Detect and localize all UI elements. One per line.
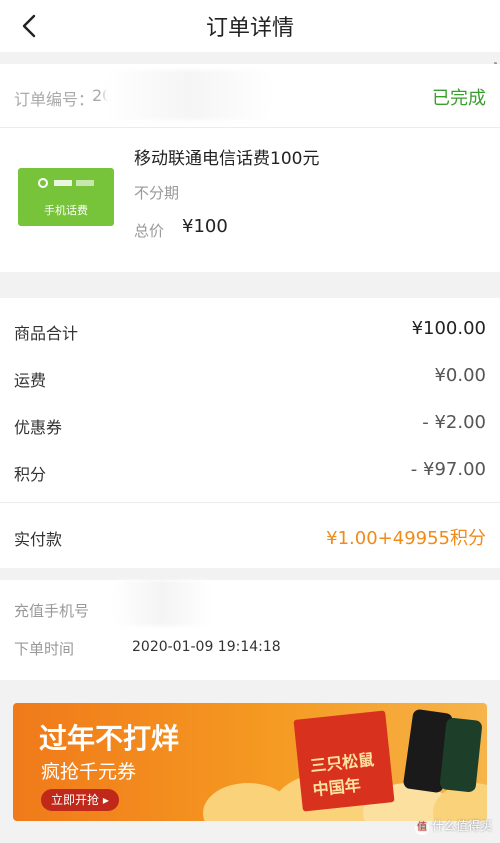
fee-label: 积分	[14, 465, 47, 484]
redaction-blur	[112, 580, 212, 626]
fee-value: ¥0.00	[434, 365, 486, 386]
product-name[interactable]: 移动联通电信话费100元	[134, 144, 319, 169]
watermark: 值什么值得买	[414, 817, 492, 835]
recharge-phone-label: 充值手机号	[14, 602, 90, 620]
redaction-blur	[104, 70, 274, 120]
phone-image	[439, 717, 483, 793]
snack-box-image: 三只松鼠 中国年	[293, 710, 395, 812]
product-thumbnail[interactable]: 手机话费	[18, 168, 114, 226]
fee-label: 优惠券	[14, 418, 63, 437]
fee-row-shipping: 运费 ¥0.00	[0, 355, 500, 401]
divider	[0, 502, 500, 503]
fee-label: 运费	[14, 371, 47, 390]
fee-row-subtotal: 商品合计 ¥100.00	[0, 308, 500, 354]
product-thumbnail-label: 手机话费	[44, 204, 88, 217]
order-number-label: 订单编号：	[14, 90, 95, 109]
payment-value: ¥1.00+49955积分	[326, 528, 486, 549]
fee-label: 商品合计	[14, 324, 79, 343]
order-time-value: 2020-01-09 19:14:18	[132, 639, 281, 655]
payment-label: 实付款	[14, 530, 63, 549]
page-title: 订单详情	[205, 16, 294, 41]
fee-value: - ¥2.00	[422, 412, 486, 433]
nav-bar: 订单详情	[0, 0, 500, 52]
order-card: 订单编号： 20 已完成 手机话费 移动联通电信话费100元 不分期 总价 ¥1…	[0, 64, 500, 272]
fee-row-points: 积分 - ¥97.00	[0, 449, 500, 495]
fee-row-coupon: 优惠券 - ¥2.00	[0, 402, 500, 448]
order-number-row: 订单编号： 20 已完成	[0, 64, 500, 128]
promo-subline: 疯抢千元券	[41, 761, 137, 783]
order-status: 已完成	[432, 88, 486, 109]
fee-summary-card: 商品合计 ¥100.00 运费 ¥0.00 优惠券 - ¥2.00 积分 - ¥…	[0, 298, 500, 568]
fee-value: ¥100.00	[411, 318, 486, 339]
fee-value: - ¥97.00	[410, 459, 486, 480]
promo-cta-label: 立即开抢	[51, 793, 100, 807]
watermark-text: 什么值得买	[431, 819, 492, 833]
total-price-label: 总价	[134, 222, 165, 240]
installment-info: 不分期	[134, 184, 180, 202]
snack-box-text: 三只松鼠 中国年	[309, 749, 376, 800]
total-price-value: ¥100	[182, 216, 228, 237]
carrier-logos	[38, 178, 98, 192]
promo-banner[interactable]: 过年不打烊 疯抢千元券 立即开抢 ▸ 三只松鼠 中国年	[13, 703, 487, 821]
promo-headline: 过年不打烊	[39, 722, 180, 755]
recharge-info-card: 充值手机号 下单时间 2020-01-09 19:14:18	[0, 580, 500, 680]
watermark-icon: 值	[414, 821, 429, 835]
order-time-label: 下单时间	[14, 640, 75, 658]
promo-cta-button[interactable]: 立即开抢 ▸	[41, 789, 119, 811]
